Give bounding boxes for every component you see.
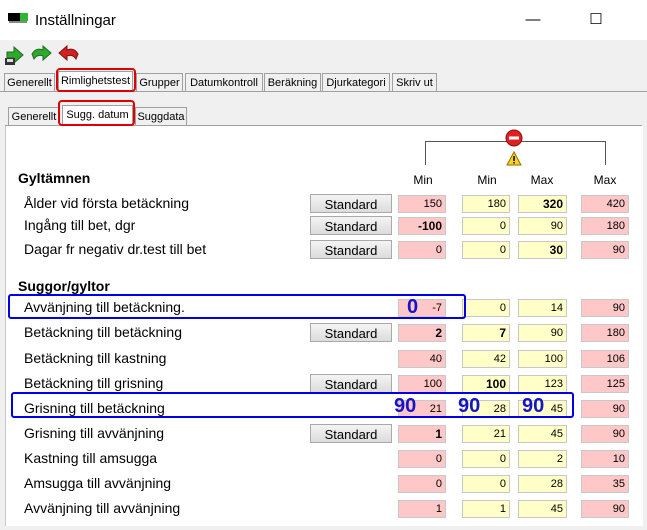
value-field-amsugga-till-avvanjning-max-red[interactable]: 35 bbox=[581, 475, 629, 493]
value-field-grisning-till-avvanjning-min-yellow[interactable]: 21 bbox=[462, 425, 510, 443]
subtab-generellt[interactable]: Generellt bbox=[8, 107, 60, 125]
standard-button-betackning-till-grisning[interactable]: Standard bbox=[310, 374, 392, 393]
value-field-ingang-till-bet-dgr-max-red[interactable]: 180 bbox=[581, 217, 629, 235]
value-field-alder-vid-forsta-betackning-min-yellow[interactable]: 180 bbox=[462, 195, 510, 213]
value-field-ingang-till-bet-dgr-max-yellow[interactable]: 90 bbox=[518, 217, 567, 235]
value-field-betackning-till-betackning-min-yellow[interactable]: 7 bbox=[462, 324, 510, 342]
app-icon bbox=[8, 11, 28, 25]
value-field-betackning-till-kastning-min-yellow[interactable]: 42 bbox=[462, 350, 510, 368]
value-field-betackning-till-betackning-max-red[interactable]: 180 bbox=[581, 324, 629, 342]
overlay-number-grisning-b: 90 bbox=[458, 395, 481, 417]
standard-button-grisning-till-avvanjning[interactable]: Standard bbox=[310, 424, 392, 443]
window-title: Inställningar bbox=[35, 12, 116, 29]
col-min-red: Min bbox=[413, 173, 433, 187]
value-field-kastning-till-amsugga-max-red[interactable]: 10 bbox=[581, 450, 629, 468]
value-field-alder-vid-forsta-betackning-max-yellow[interactable]: 320 bbox=[518, 195, 567, 213]
row-label-avvanjning-till-avvanjning: Avvänjning till avvänjning bbox=[24, 500, 181, 516]
value-field-avvanjning-till-betackning-max-red[interactable]: 90 bbox=[581, 299, 629, 317]
col-min-yellow: Min bbox=[477, 173, 497, 187]
highlight-rimlighetstest bbox=[56, 68, 136, 92]
value-field-dagar-fr-negativ-dr-test-till-bet-max-yellow[interactable]: 30 bbox=[518, 241, 567, 259]
row-label-betackning-till-betackning: Betäckning till betäckning bbox=[24, 324, 182, 340]
value-field-amsugga-till-avvanjning-max-yellow[interactable]: 28 bbox=[518, 475, 567, 493]
minimize-button[interactable]: — bbox=[518, 8, 548, 32]
value-field-betackning-till-kastning-min-red[interactable]: 40 bbox=[398, 350, 446, 368]
row-label-betackning-till-kastning: Betäckning till kastning bbox=[24, 350, 167, 366]
row-label-grisning-till-avvanjning: Grisning till avvänjning bbox=[24, 425, 165, 441]
undo-arrow-icon[interactable] bbox=[56, 44, 79, 66]
overlay-number-avvanjning: 0 bbox=[407, 296, 419, 318]
standard-button-alder-vid-forsta-betackning[interactable]: Standard bbox=[310, 194, 392, 213]
tab-generellt[interactable]: Generellt bbox=[4, 73, 55, 91]
value-field-avvanjning-till-avvanjning-max-red[interactable]: 90 bbox=[581, 500, 629, 518]
value-field-dagar-fr-negativ-dr-test-till-bet-min-yellow[interactable]: 0 bbox=[462, 241, 510, 259]
standard-button-ingang-till-bet-dgr[interactable]: Standard bbox=[310, 216, 392, 235]
value-field-avvanjning-till-avvanjning-min-red[interactable]: 1 bbox=[398, 500, 446, 518]
section-title-gyltamnen: Gyltämnen bbox=[18, 170, 91, 186]
value-field-grisning-till-avvanjning-max-yellow[interactable]: 45 bbox=[518, 425, 567, 443]
value-field-kastning-till-amsugga-max-yellow[interactable]: 2 bbox=[518, 450, 567, 468]
value-field-ingang-till-bet-dgr-min-red[interactable]: -100 bbox=[398, 217, 446, 235]
section-title-suggor: Suggor/gyltor bbox=[18, 278, 110, 294]
value-field-grisning-till-avvanjning-min-red[interactable]: 1 bbox=[398, 425, 446, 443]
maximize-button[interactable]: ☐ bbox=[581, 8, 611, 32]
col-max-red: Max bbox=[593, 173, 617, 187]
value-field-kastning-till-amsugga-min-yellow[interactable]: 0 bbox=[462, 450, 510, 468]
overlay-number-grisning-c: 90 bbox=[522, 395, 545, 417]
value-field-betackning-till-kastning-max-yellow[interactable]: 100 bbox=[518, 350, 567, 368]
row-label-dagar-fr-negativ-dr-test-till-bet: Dagar fr negativ dr.test till bet bbox=[24, 241, 207, 257]
row-label-alder-vid-forsta-betackning: Ålder vid första betäckning bbox=[24, 195, 189, 211]
row-label-kastning-till-amsugga: Kastning till amsugga bbox=[24, 450, 158, 466]
row-label-amsugga-till-avvanjning: Amsugga till avvänjning bbox=[24, 475, 172, 491]
value-field-grisning-till-avvanjning-max-red[interactable]: 90 bbox=[581, 425, 629, 443]
tab-berakning[interactable]: Beräkning bbox=[264, 73, 321, 91]
highlight-avvanjning-row bbox=[8, 294, 466, 319]
value-field-dagar-fr-negativ-dr-test-till-bet-max-red[interactable]: 90 bbox=[581, 241, 629, 259]
tab-grupper[interactable]: Grupper bbox=[136, 73, 183, 91]
value-field-ingang-till-bet-dgr-min-yellow[interactable]: 0 bbox=[462, 217, 510, 235]
tab-djurkategori[interactable]: Djurkategori bbox=[322, 73, 390, 91]
standard-button-betackning-till-betackning[interactable]: Standard bbox=[310, 323, 392, 342]
value-field-avvanjning-till-avvanjning-max-yellow[interactable]: 45 bbox=[518, 500, 567, 518]
forward-arrow-icon[interactable] bbox=[30, 44, 52, 66]
value-field-betackning-till-grisning-max-yellow[interactable]: 123 bbox=[518, 375, 567, 393]
value-field-betackning-till-betackning-min-red[interactable]: 2 bbox=[398, 324, 446, 342]
overlay-number-grisning-a: 90 bbox=[394, 395, 417, 417]
value-field-alder-vid-forsta-betackning-min-red[interactable]: 150 bbox=[398, 195, 446, 213]
value-field-alder-vid-forsta-betackning-max-red[interactable]: 420 bbox=[581, 195, 629, 213]
standard-button-dagar-fr-negativ-dr-test-till-bet[interactable]: Standard bbox=[310, 240, 392, 259]
value-field-kastning-till-amsugga-min-red[interactable]: 0 bbox=[398, 450, 446, 468]
value-field-betackning-till-betackning-max-yellow[interactable]: 90 bbox=[518, 324, 567, 342]
save-arrow-icon[interactable] bbox=[4, 44, 26, 66]
value-field-betackning-till-grisning-max-red[interactable]: 125 bbox=[581, 375, 629, 393]
warning-icon bbox=[506, 150, 522, 171]
value-field-avvanjning-till-betackning-max-yellow[interactable]: 14 bbox=[518, 299, 567, 317]
value-field-amsugga-till-avvanjning-min-yellow[interactable]: 0 bbox=[462, 475, 510, 493]
value-field-grisning-till-betackning-max-red[interactable]: 90 bbox=[581, 400, 629, 418]
highlight-sugg-datum bbox=[58, 100, 135, 126]
highlight-grisning-row bbox=[11, 392, 574, 418]
value-field-betackning-till-grisning-min-yellow[interactable]: 100 bbox=[462, 375, 510, 393]
tab-skriv-ut[interactable]: Skriv ut bbox=[392, 73, 437, 91]
subtab-suggdata[interactable]: Suggdata bbox=[135, 107, 187, 125]
error-icon bbox=[505, 129, 523, 152]
value-field-amsugga-till-avvanjning-min-red[interactable]: 0 bbox=[398, 475, 446, 493]
value-field-betackning-till-grisning-min-red[interactable]: 100 bbox=[398, 375, 446, 393]
tab-datumkontroll[interactable]: Datumkontroll bbox=[185, 73, 263, 91]
col-max-yellow: Max bbox=[530, 173, 554, 187]
value-field-dagar-fr-negativ-dr-test-till-bet-min-red[interactable]: 0 bbox=[398, 241, 446, 259]
value-field-avvanjning-till-avvanjning-min-yellow[interactable]: 1 bbox=[462, 500, 510, 518]
row-label-betackning-till-grisning: Betäckning till grisning bbox=[24, 375, 164, 391]
value-field-avvanjning-till-betackning-min-yellow[interactable]: 0 bbox=[462, 299, 510, 317]
row-label-ingang-till-bet-dgr: Ingång till bet, dgr bbox=[24, 217, 136, 233]
value-field-betackning-till-kastning-max-red[interactable]: 106 bbox=[581, 350, 629, 368]
